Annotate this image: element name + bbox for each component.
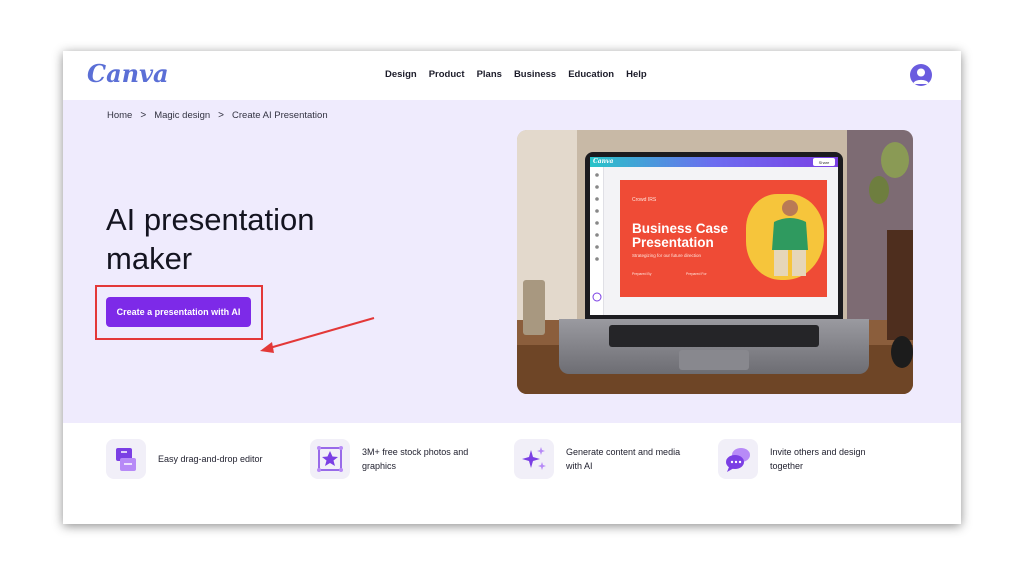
nav-education[interactable]: Education (568, 69, 614, 80)
main-nav: Design Product Plans Business Education … (385, 69, 647, 80)
feature-text: Generate content and media with AI (566, 447, 681, 471)
editor-tool-icons (592, 173, 602, 302)
breadcrumb-current: Create AI Presentation (232, 110, 328, 121)
feature-item: Easy drag-and-drop editor (106, 439, 288, 479)
canva-logo[interactable]: Canva (87, 59, 169, 88)
nav-product[interactable]: Product (429, 69, 465, 80)
slide-title-line1: Business Case (632, 221, 729, 236)
browser-frame: Canva Design Product Plans Business Educ… (63, 51, 961, 524)
breadcrumb-magic-design[interactable]: Magic design (154, 110, 210, 121)
page-title: AI presentation maker (106, 200, 426, 278)
page-title-line2: maker (106, 241, 193, 276)
editor-screen: Canva Share Crowd IRS Business Case Pres… (590, 157, 838, 315)
breadcrumb-home[interactable]: Home (107, 110, 132, 121)
top-navbar: Canva Design Product Plans Business Educ… (63, 51, 961, 100)
slide-title-line2: Presentation (632, 235, 714, 250)
editor-logo: Canva (593, 158, 614, 165)
page-title-line1: AI presentation (106, 202, 315, 237)
slide-foot-right: Prepared For (686, 272, 707, 276)
slide-title: Business Case Presentation (632, 222, 772, 250)
feature-text: Invite others and design together (770, 447, 866, 471)
feature-text: 3M+ free stock photos and graphics (362, 447, 469, 471)
drag-drop-editor-icon (106, 439, 146, 479)
user-icon (913, 68, 929, 84)
feature-item: 3M+ free stock photos and graphics (310, 439, 492, 479)
presentation-slide: Crowd IRS Business Case Presentation Str… (620, 180, 827, 297)
breadcrumb-separator-icon: > (140, 110, 147, 121)
editor-share-button: Share (813, 158, 835, 166)
nav-design[interactable]: Design (385, 69, 417, 80)
slide-brand: Crowd IRS (632, 197, 657, 203)
breadcrumb-separator-icon: > (218, 110, 225, 121)
hero-laptop-image: Canva Share Crowd IRS Business Case Pres… (517, 130, 913, 394)
nav-plans[interactable]: Plans (477, 69, 502, 80)
editor-sidebar (590, 167, 604, 315)
nav-help[interactable]: Help (626, 69, 647, 80)
chat-bubbles-icon (718, 439, 758, 479)
slide-foot-left: Prepared By (632, 272, 652, 276)
user-avatar[interactable] (910, 64, 932, 86)
create-presentation-ai-button[interactable]: Create a presentation with AI (106, 297, 251, 327)
sparkles-icon (514, 439, 554, 479)
feature-item: Invite others and design together (718, 439, 900, 479)
feature-item: Generate content and media with AI (514, 439, 696, 479)
laptop-trackpad (679, 350, 749, 370)
annotation-arrow-icon (260, 317, 375, 353)
nav-business[interactable]: Business (514, 69, 556, 80)
hero-section: Home > Magic design > Create AI Presenta… (63, 100, 961, 423)
slide-subtitle: Strategizing for our future direction (632, 253, 702, 258)
laptop-screen: Canva Share Crowd IRS Business Case Pres… (585, 152, 843, 320)
feature-text: Easy drag-and-drop editor (158, 454, 263, 464)
editor-toolbar: Canva Share (590, 157, 838, 167)
laptop-keyboard (609, 325, 819, 347)
features-row: Easy drag-and-drop editor 3M+ free stock… (63, 423, 961, 524)
stock-photos-icon (310, 439, 350, 479)
laptop-base (559, 319, 869, 374)
breadcrumb: Home > Magic design > Create AI Presenta… (107, 110, 328, 121)
